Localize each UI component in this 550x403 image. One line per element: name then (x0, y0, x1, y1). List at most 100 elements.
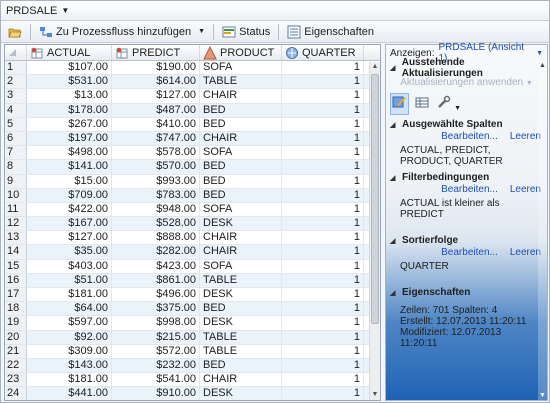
clear-filter-link[interactable]: Leeren (510, 184, 541, 196)
row-number[interactable]: 9 (5, 174, 27, 188)
row-number[interactable]: 8 (5, 160, 27, 174)
select-all-corner[interactable] (5, 45, 27, 60)
table-cell[interactable]: $92.00 (27, 330, 112, 344)
edit-filter-link[interactable]: Bearbeiten... (441, 184, 498, 196)
column-header-product[interactable]: PRODUCT (200, 45, 282, 60)
collapse-triangle-icon[interactable]: ◢ (390, 289, 398, 297)
row-number[interactable]: 5 (5, 117, 27, 131)
row-number[interactable]: 14 (5, 245, 27, 259)
table-cell[interactable]: $51.00 (27, 273, 112, 287)
table-cell[interactable]: DESK (200, 387, 282, 400)
table-cell[interactable]: $403.00 (27, 259, 112, 273)
table-cell[interactable]: $282.00 (112, 245, 200, 259)
collapse-triangle-icon[interactable]: ◢ (390, 237, 398, 245)
row-number[interactable]: 17 (5, 288, 27, 302)
row-number[interactable]: 20 (5, 330, 27, 344)
table-cell[interactable]: $35.00 (27, 245, 112, 259)
table-cell[interactable]: TABLE (200, 273, 282, 287)
row-number[interactable]: 2 (5, 75, 27, 89)
table-row[interactable]: 14 $35.00 $282.00 CHAIR 1 (5, 245, 380, 260)
properties-button[interactable]: Eigenschaften (284, 23, 377, 41)
table-cell[interactable]: $13.00 (27, 89, 112, 103)
table-cell[interactable]: CHAIR (200, 231, 282, 245)
table-cell[interactable]: $15.00 (27, 174, 112, 188)
query-builder-button[interactable] (390, 93, 409, 115)
row-number[interactable]: 15 (5, 259, 27, 273)
table-cell[interactable]: $993.00 (112, 174, 200, 188)
table-cell[interactable]: 1 (282, 188, 364, 202)
table-row[interactable]: 10 $709.00 $783.00 BED 1 (5, 188, 380, 203)
row-number[interactable]: 18 (5, 302, 27, 316)
table-row[interactable]: 12 $167.00 $528.00 DESK 1 (5, 217, 380, 232)
table-cell[interactable]: BED (200, 302, 282, 316)
table-row[interactable]: 6 $197.00 $747.00 CHAIR 1 (5, 131, 380, 147)
table-cell[interactable]: 1 (282, 89, 364, 103)
table-row[interactable]: 1 $107.00 $190.00 SOFA 1 (5, 61, 380, 76)
scroll-down-icon[interactable]: ▼ (538, 391, 547, 400)
open-folder-button[interactable] (5, 23, 25, 41)
collapse-triangle-icon[interactable]: ◢ (390, 64, 398, 72)
table-cell[interactable]: 1 (282, 61, 364, 75)
title-bar[interactable]: PRDSALE ▼ (1, 1, 549, 21)
selected-columns-header[interactable]: ◢ Ausgewählte Spalten (386, 118, 547, 131)
collapse-triangle-icon[interactable]: ◢ (390, 121, 398, 129)
table-cell[interactable]: $410.00 (112, 117, 200, 131)
table-cell[interactable]: $167.00 (27, 217, 112, 231)
title-dropdown-icon[interactable]: ▼ (61, 6, 69, 15)
edit-sort-link[interactable]: Bearbeiten... (441, 247, 498, 259)
table-cell[interactable]: $496.00 (112, 288, 200, 302)
table-cell[interactable]: $107.00 (27, 61, 112, 75)
filter-header[interactable]: ◢ Filterbedingungen (386, 171, 547, 184)
table-cell[interactable]: CHAIR (200, 373, 282, 387)
row-number[interactable]: 11 (5, 202, 27, 217)
table-cell[interactable]: $861.00 (112, 273, 200, 287)
table-cell[interactable]: BED (200, 103, 282, 117)
table-cell[interactable]: $197.00 (27, 131, 112, 146)
table-cell[interactable]: CHAIR (200, 131, 282, 146)
row-number[interactable]: 7 (5, 146, 27, 160)
table-cell[interactable]: 1 (282, 146, 364, 160)
table-cell[interactable]: SOFA (200, 259, 282, 273)
pending-updates-header[interactable]: ◢ Ausstehende Aktualisierungen (386, 57, 547, 79)
table-cell[interactable]: 1 (282, 217, 364, 231)
status-button[interactable]: Status (219, 23, 273, 41)
row-number[interactable]: 19 (5, 316, 27, 330)
table-cell[interactable]: $531.00 (27, 75, 112, 89)
table-cell[interactable]: 1 (282, 316, 364, 330)
table-cell[interactable]: $570.00 (112, 160, 200, 174)
table-cell[interactable]: 1 (282, 273, 364, 287)
table-cell[interactable]: $597.00 (27, 316, 112, 330)
table-cell[interactable]: CHAIR (200, 245, 282, 259)
table-row[interactable]: 2 $531.00 $614.00 TABLE 1 (5, 75, 380, 90)
table-cell[interactable]: $127.00 (27, 231, 112, 245)
table-cell[interactable]: 1 (282, 373, 364, 387)
table-cell[interactable]: TABLE (200, 344, 282, 358)
table-cell[interactable]: 1 (282, 330, 364, 344)
column-header-actual[interactable]: ACTUAL (27, 45, 112, 60)
table-row[interactable]: 24 $441.00 $910.00 DESK 1 (5, 387, 380, 400)
table-row[interactable]: 5 $267.00 $410.00 BED 1 (5, 117, 380, 132)
row-number[interactable]: 3 (5, 89, 27, 103)
table-cell[interactable]: $141.00 (27, 160, 112, 174)
table-row[interactable]: 7 $498.00 $578.00 SOFA 1 (5, 146, 380, 161)
table-cell[interactable]: SOFA (200, 146, 282, 160)
table-cell[interactable]: $232.00 (112, 358, 200, 373)
table-row[interactable]: 11 $422.00 $948.00 SOFA 1 (5, 202, 380, 218)
table-cell[interactable]: SOFA (200, 202, 282, 217)
row-number[interactable]: 22 (5, 358, 27, 373)
table-cell[interactable]: 1 (282, 174, 364, 188)
table-cell[interactable]: $487.00 (112, 103, 200, 117)
table-cell[interactable]: DESK (200, 288, 282, 302)
table-cell[interactable]: $709.00 (27, 188, 112, 202)
table-row[interactable]: 20 $92.00 $215.00 TABLE 1 (5, 330, 380, 345)
collapse-triangle-icon[interactable]: ◢ (390, 174, 398, 182)
table-row[interactable]: 22 $143.00 $232.00 BED 1 (5, 358, 380, 374)
table-cell[interactable]: BED (200, 117, 282, 131)
chevron-down-icon[interactable]: ▼ (536, 50, 543, 57)
row-number[interactable]: 4 (5, 103, 27, 117)
row-number[interactable]: 10 (5, 188, 27, 202)
table-cell[interactable]: 1 (282, 231, 364, 245)
table-cell[interactable]: 1 (282, 75, 364, 89)
apply-updates-link[interactable]: Aktualisierungen anwenden ▼ (386, 77, 547, 88)
table-cell[interactable]: $267.00 (27, 117, 112, 131)
